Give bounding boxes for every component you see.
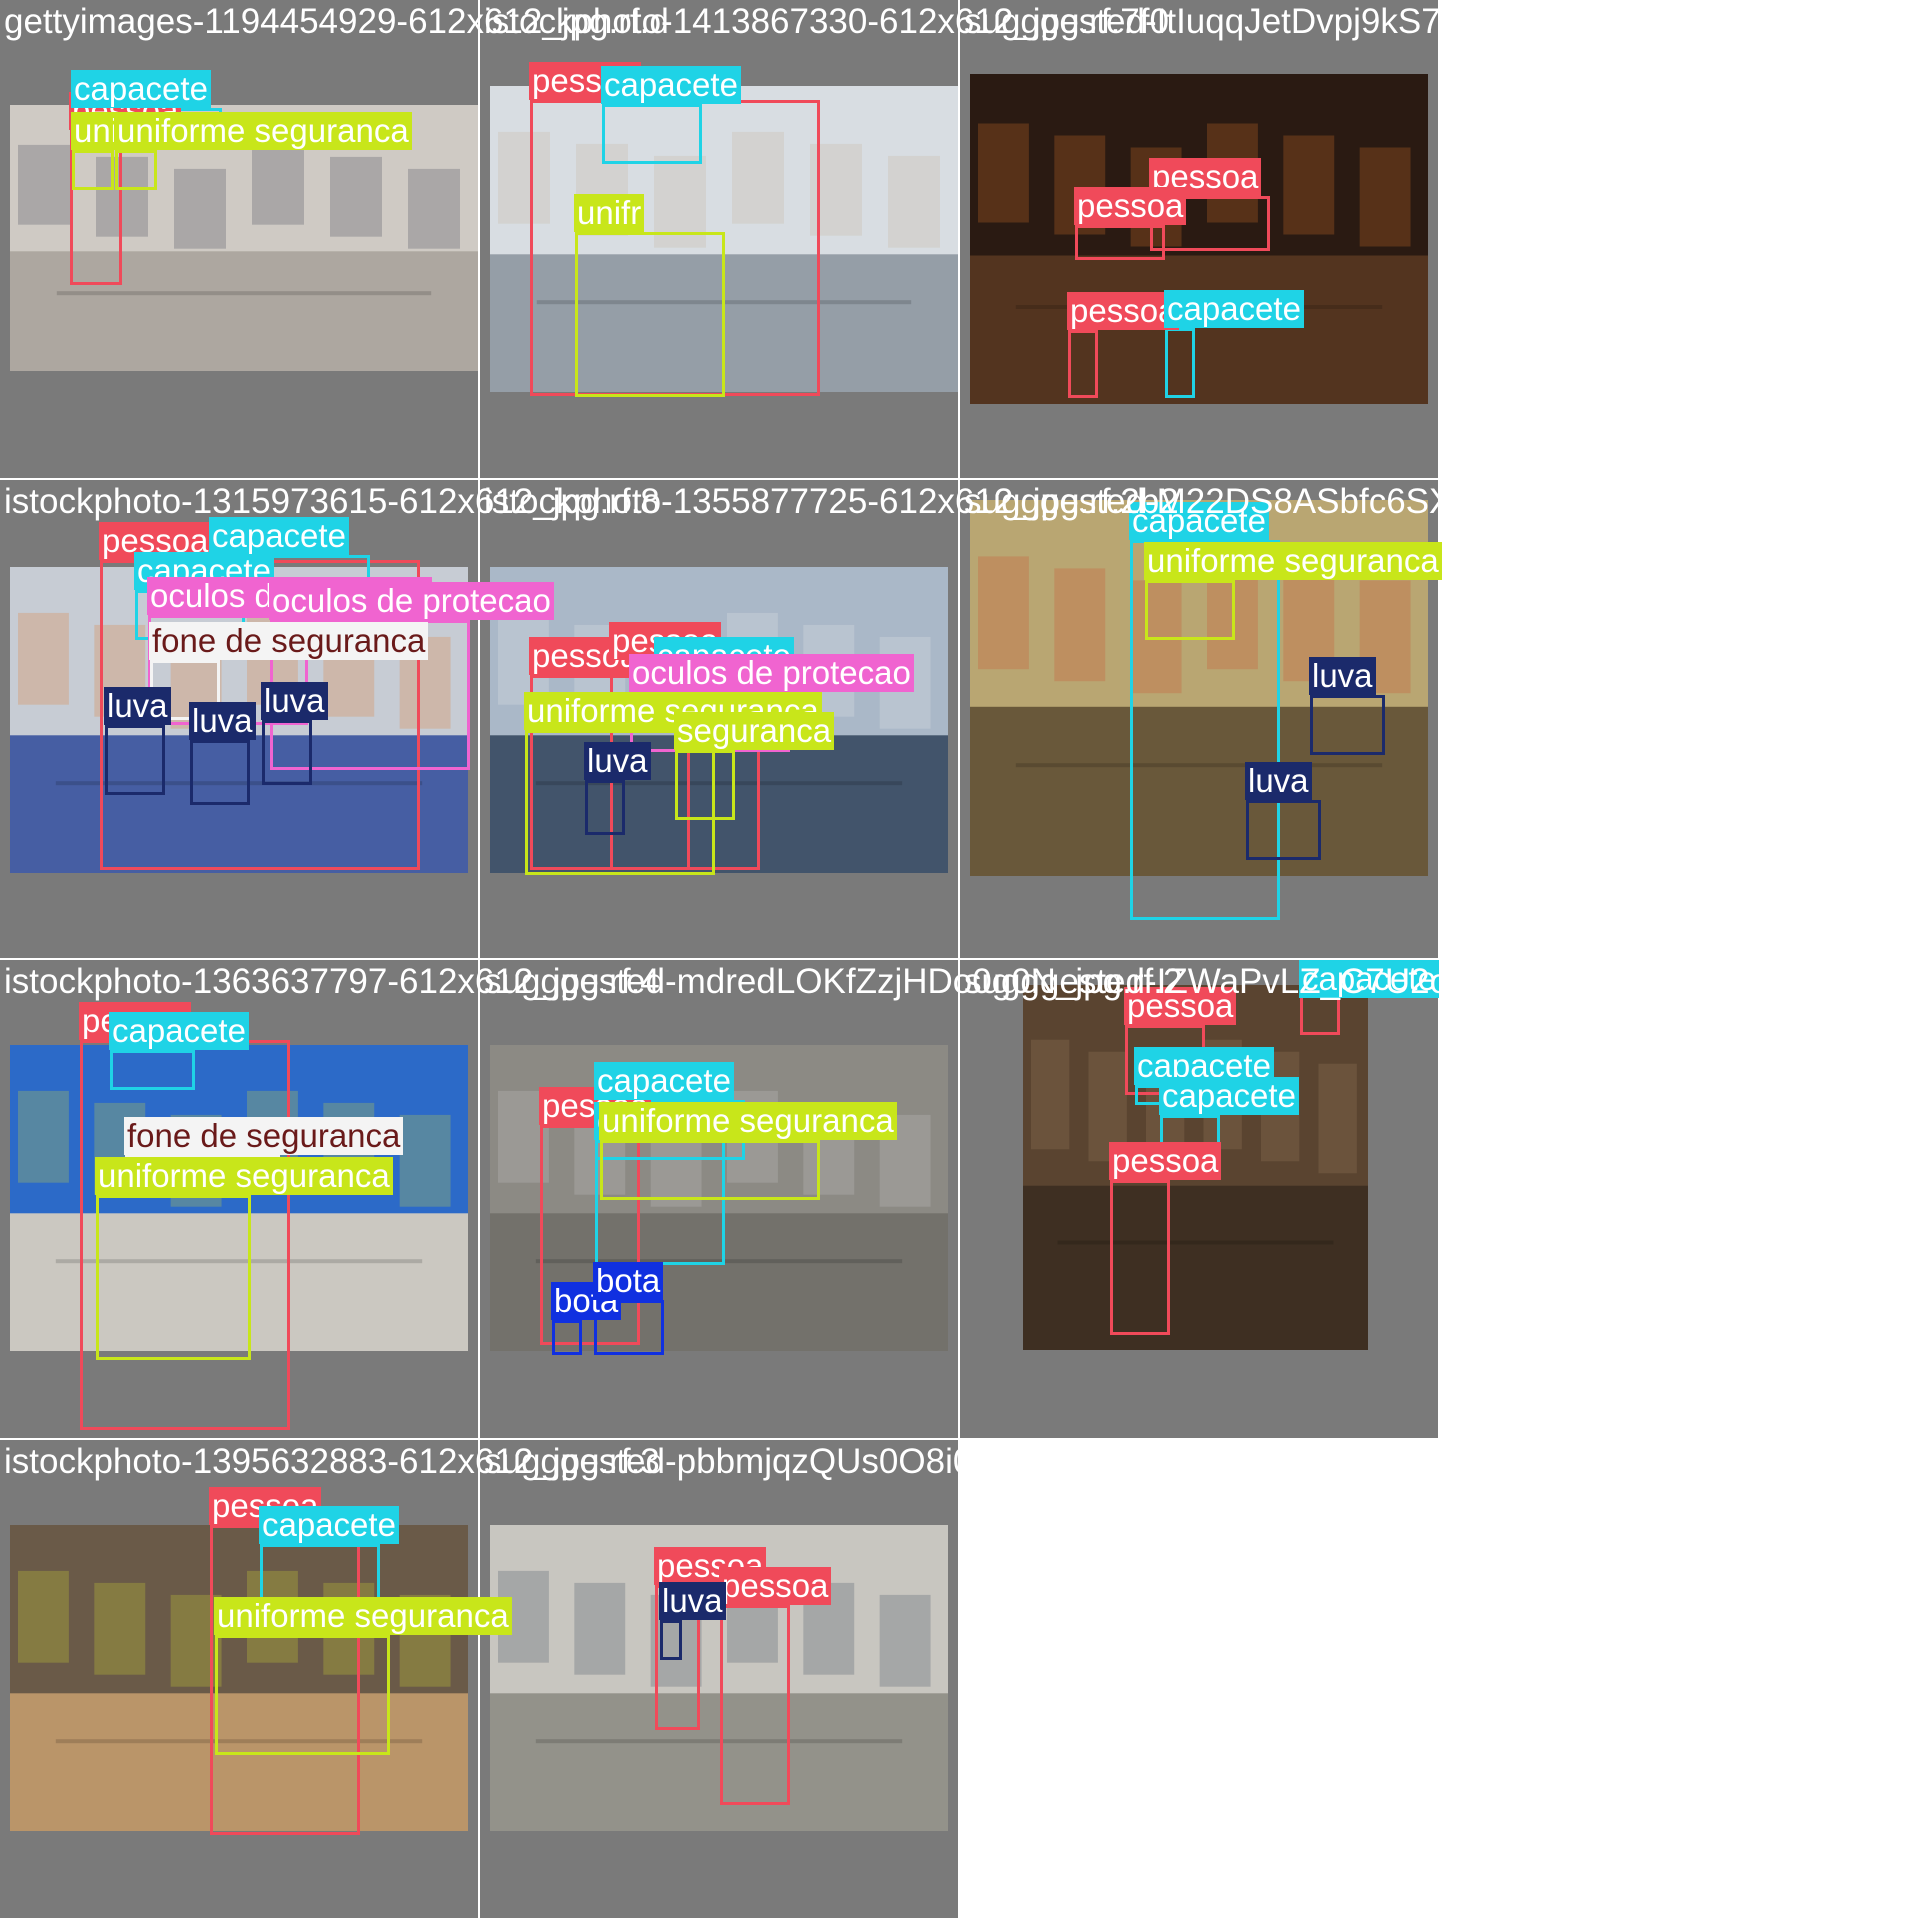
detection-label: uniforme seguranca <box>1144 542 1442 580</box>
detection-label: luva <box>189 702 256 740</box>
detection-label: capacete <box>1129 502 1269 540</box>
detection-label: capacete <box>601 66 741 104</box>
cell-title: sugggested-ItIuqqJetDvpj9kS7ewOp_jpg.rf.… <box>964 2 1679 41</box>
detection-box <box>600 1140 820 1200</box>
detection-label: pessoa <box>1067 292 1180 330</box>
detection-label: pessoa <box>1109 1142 1222 1180</box>
mosaic-cell: istockphoto-1413867330-612x612_jpg.rf.7f… <box>480 0 1169 480</box>
detection-label: seguranca <box>674 712 835 750</box>
detection-label: capacete <box>209 517 349 555</box>
mosaic-cell: istockphoto-1315973615-612x612_jpg.rf.8 p… <box>0 480 660 960</box>
detection-box <box>1068 330 1098 398</box>
detection-box <box>552 1320 582 1355</box>
detection-label: luva <box>1245 762 1312 800</box>
detection-box <box>96 1195 251 1360</box>
mosaic-cell: istockphoto-1363637797-612x612_jpg.rf.4p… <box>0 960 660 1440</box>
mosaic-cell: gettyimages-1194454929-612x612_jpg.rf.d p… <box>0 0 669 480</box>
detection-label: capacete <box>109 1012 249 1050</box>
detection-box <box>675 750 735 820</box>
detection-box <box>1310 695 1385 755</box>
detection-label: capacete <box>594 1062 734 1100</box>
detection-label: uniforme seguranca <box>599 1102 897 1140</box>
mosaic-cell: sugggested-pbbmjqzQUs0O8i0fPtGb_jpg.rf.8… <box>480 1440 1208 1920</box>
mosaic-grid: gettyimages-1194454929-612x612_jpg.rf.d p… <box>0 0 1920 1920</box>
detection-box <box>575 232 725 397</box>
detection-label: uniforme seguranca <box>95 1157 393 1195</box>
detection-box <box>215 1635 390 1755</box>
detection-box <box>585 780 625 835</box>
detection-box <box>1075 225 1165 260</box>
mosaic-cell: istockphoto-1395632883-612x612_jpg.rf.3p… <box>0 1440 660 1920</box>
detection-label: luva <box>104 687 171 725</box>
detection-label: capacete <box>1164 290 1304 328</box>
detection-label: luva <box>1309 657 1376 695</box>
detection-box <box>110 1050 195 1090</box>
detection-label: oculos de protecao <box>269 582 554 620</box>
detection-box <box>720 1605 790 1805</box>
detection-box <box>72 150 114 190</box>
detection-label: capacete <box>1299 960 1439 998</box>
detection-box <box>190 740 250 805</box>
mosaic-cell: sugggested-ItIuqqJetDvpj9kS7ewOp_jpg.rf.… <box>960 0 1678 480</box>
detection-box <box>1145 580 1235 640</box>
detection-label: luva <box>659 1582 726 1620</box>
detection-box <box>1246 800 1321 860</box>
cell-title: sugggested-pbbmjqzQUs0O8i0fPtGb_jpg.rf.8… <box>484 1442 1208 1481</box>
detection-box <box>105 725 165 795</box>
detection-label: fone de seguranca <box>149 622 429 660</box>
detection-label: uniforme seguranca <box>114 112 412 150</box>
mosaic-cell: istockphoto-1355877725-612x612_jpg.rf.2b… <box>480 480 1179 960</box>
detection-box <box>115 150 157 190</box>
detection-label: pessoa <box>719 1567 832 1605</box>
mosaic-cell: sugggested-M22DS8ASbfc6SXRYJ2oF_jpg.rf.f… <box>960 480 1714 960</box>
mosaic-cell: sugggested-IZWaPvLZ_C7U2oY1AUiL_jpg.rf.f… <box>960 960 1704 1440</box>
detection-label: bota <box>593 1262 664 1300</box>
detection-label: pessoa <box>1124 987 1237 1025</box>
detection-label: capacete <box>71 70 211 108</box>
detection-box <box>602 104 702 164</box>
detection-box <box>1165 328 1195 398</box>
detection-box <box>262 720 312 785</box>
detection-box <box>1110 1180 1170 1335</box>
detection-label: unifr <box>574 194 645 232</box>
detection-label: pessoa <box>1074 187 1187 225</box>
detection-label: uniforme seguranca <box>214 1597 512 1635</box>
detection-label: capacete <box>259 1506 399 1544</box>
detection-box <box>660 1620 682 1660</box>
detection-label: oculos de protecao <box>629 654 914 692</box>
detection-label: capacete <box>1159 1077 1299 1115</box>
detection-label: luva <box>261 682 328 720</box>
detection-label: fone de seguranca <box>124 1117 404 1155</box>
mosaic-cell: sugggested-mdredLOKfZzjHDo0g0N_jpg.rf.2p… <box>480 960 1182 1440</box>
detection-label: luva <box>584 742 651 780</box>
